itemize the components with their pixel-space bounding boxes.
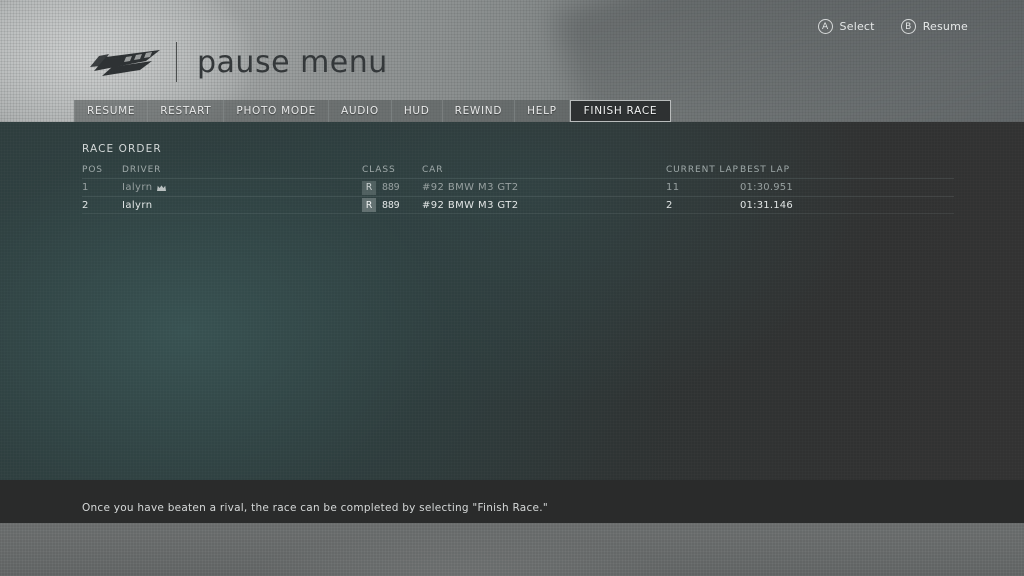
tab-rewind[interactable]: REWIND — [442, 100, 516, 122]
button-b-icon: B — [900, 19, 916, 34]
brand-divider — [176, 42, 177, 82]
tab-resume[interactable]: RESUME — [74, 100, 149, 122]
cell-driver: Ialyrn — [122, 182, 362, 193]
tab-hud[interactable]: HUD — [391, 100, 443, 122]
column-header-driver: DRIVER — [122, 165, 162, 175]
cell-current-lap: 11 — [666, 182, 680, 193]
table-row[interactable]: 1 Ialyrn R 889 #92 BMW M3 GT2 11 01:30.9… — [82, 178, 954, 196]
prompt-select[interactable]: A Select — [817, 19, 875, 34]
class-letter-badge: R — [362, 180, 376, 195]
class-pi-value: 889 — [382, 199, 400, 211]
class-letter-badge: R — [362, 198, 376, 212]
column-header-pos: POS — [82, 165, 103, 175]
cell-pos: 1 — [82, 182, 89, 193]
button-a-icon: A — [817, 19, 833, 34]
column-header-current-lap: CURRENT LAP — [666, 165, 739, 175]
prompt-select-label: Select — [839, 20, 875, 33]
brand-group: pause menu — [90, 42, 388, 82]
crown-icon — [157, 184, 167, 192]
cell-pos: 2 — [82, 199, 89, 211]
tab-photo-mode[interactable]: PHOTO MODE — [224, 100, 329, 122]
tab-help[interactable]: HELP — [515, 100, 570, 122]
column-header-class: CLASS — [362, 165, 396, 175]
cell-car: #92 BMW M3 GT2 — [422, 199, 519, 211]
cell-best-lap: 01:30.951 — [740, 182, 793, 193]
hint-text: Once you have beaten a rival, the race c… — [82, 502, 548, 514]
page-title: pause menu — [197, 44, 388, 80]
pause-menu-screen: pause menu RESUME RESTART PHOTO MODE AUD… — [0, 0, 1024, 576]
race-order-title: RACE ORDER — [82, 143, 162, 155]
tab-restart[interactable]: RESTART — [148, 100, 225, 122]
cell-current-lap: 2 — [666, 199, 673, 211]
footer-bar — [0, 523, 1024, 576]
button-prompt-group: A Select B Resume — [817, 0, 968, 53]
cell-best-lap: 01:31.146 — [740, 199, 793, 211]
cell-class: R 889 — [362, 180, 422, 195]
race-order-panel: RACE ORDER POS DRIVER CLASS CAR CURRENT … — [0, 122, 1024, 523]
class-pi-value: 889 — [382, 182, 400, 193]
cell-class: R 889 — [362, 198, 422, 212]
tab-bar: RESUME RESTART PHOTO MODE AUDIO HUD REWI… — [74, 100, 672, 122]
prompt-resume[interactable]: B Resume — [900, 19, 968, 34]
driver-name: Ialyrn — [122, 199, 153, 211]
column-header-best-lap: BEST LAP — [740, 165, 790, 175]
tab-finish-race[interactable]: FINISH RACE — [569, 100, 672, 122]
tab-audio[interactable]: AUDIO — [328, 100, 392, 122]
table-header-row: POS DRIVER CLASS CAR CURRENT LAP BEST LA… — [82, 162, 954, 178]
column-header-car: CAR — [422, 165, 444, 175]
driver-name: Ialyrn — [122, 182, 153, 193]
table-row[interactable]: 2 Ialyrn R 889 #92 BMW M3 GT2 2 01:31.14… — [82, 196, 954, 214]
cell-driver: Ialyrn — [122, 200, 362, 211]
forza-logo-icon — [90, 45, 162, 79]
prompt-resume-label: Resume — [922, 20, 968, 33]
cell-car: #92 BMW M3 GT2 — [422, 182, 519, 193]
race-order-table: POS DRIVER CLASS CAR CURRENT LAP BEST LA… — [82, 162, 954, 214]
